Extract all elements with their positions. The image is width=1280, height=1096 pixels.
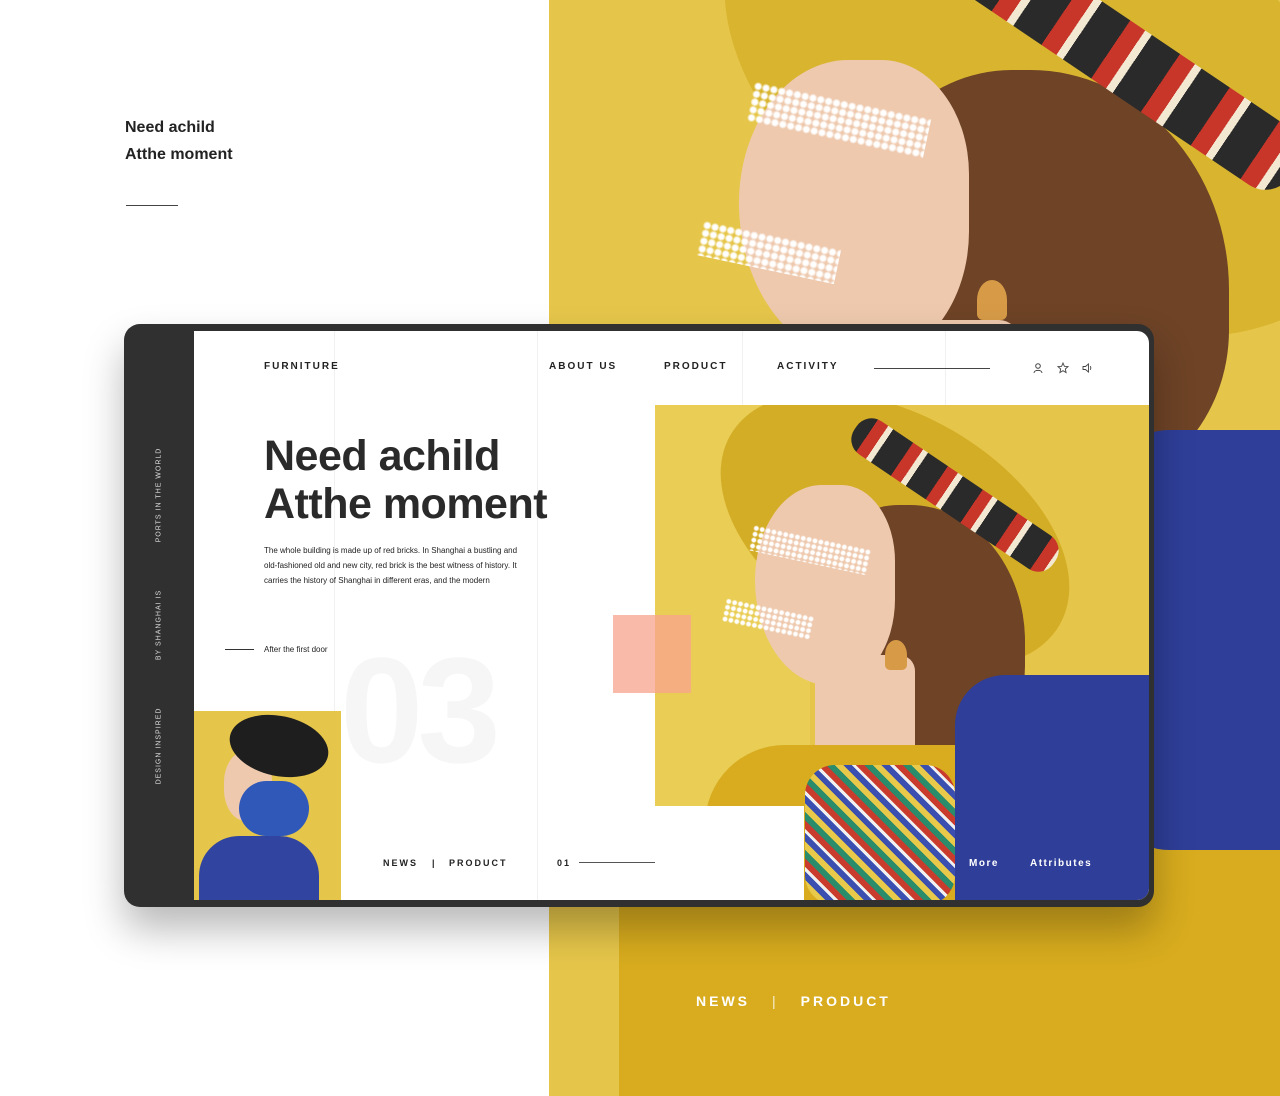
hero-title-line2: Atthe moment <box>264 480 548 528</box>
pager-current[interactable]: 01 <box>557 858 571 868</box>
photo-nav-product[interactable]: PRODUCT <box>801 993 891 1009</box>
side-rail: PORTS IN THE WORLD BY SHANGHAI IS DESIGN… <box>124 324 194 907</box>
thumbnail-photo[interactable] <box>194 711 341 900</box>
hero-body-text: The whole building is made up of red bri… <box>264 546 518 585</box>
rail-label-design: DESIGN INSPIRED <box>155 707 163 785</box>
photo-nav: NEWS | PRODUCT <box>696 993 891 1009</box>
slide-number-watermark: 03 <box>340 626 501 794</box>
hero-title: Need achild Atthe moment <box>264 432 548 528</box>
device-frame: PORTS IN THE WORLD BY SHANGHAI IS DESIGN… <box>124 324 1154 907</box>
bottom-nav-news[interactable]: NEWS <box>383 858 418 868</box>
bottom-nav-product[interactable]: PRODUCT <box>449 858 508 868</box>
bottom-nav-separator: | <box>432 858 437 868</box>
side-divider <box>126 205 178 206</box>
hero-photo <box>655 405 1149 900</box>
nav-product[interactable]: PRODUCT <box>664 361 727 372</box>
brand-logo[interactable]: FURNITURE <box>264 361 340 372</box>
nav-about-us[interactable]: ABOUT US <box>549 361 617 372</box>
side-heading-line1: Need achild <box>125 119 215 136</box>
star-icon[interactable] <box>1057 362 1069 374</box>
door-link[interactable]: After the first door <box>264 645 328 654</box>
speaker-icon[interactable] <box>1082 362 1094 374</box>
door-divider <box>225 649 254 650</box>
attributes-link[interactable]: Attributes <box>1030 858 1092 869</box>
rail-label-ports: PORTS IN THE WORLD <box>155 447 163 543</box>
rail-label-shanghai: BY SHANGHAI IS <box>155 589 163 661</box>
user-icon[interactable] <box>1032 362 1044 374</box>
more-link[interactable]: More <box>969 858 999 869</box>
side-heading-line2: Atthe moment <box>125 146 233 163</box>
nav-divider <box>874 368 990 369</box>
hero-title-line1: Need achild <box>264 432 500 480</box>
photo-nav-news[interactable]: NEWS <box>696 993 750 1009</box>
screen: FURNITURE ABOUT US PRODUCT ACTIVITY 03 N… <box>194 331 1149 900</box>
accent-square <box>613 615 691 693</box>
photo-nav-separator: | <box>772 993 779 1009</box>
nav-activity[interactable]: ACTIVITY <box>777 361 839 372</box>
side-heading: Need achild Atthe moment <box>125 114 233 168</box>
